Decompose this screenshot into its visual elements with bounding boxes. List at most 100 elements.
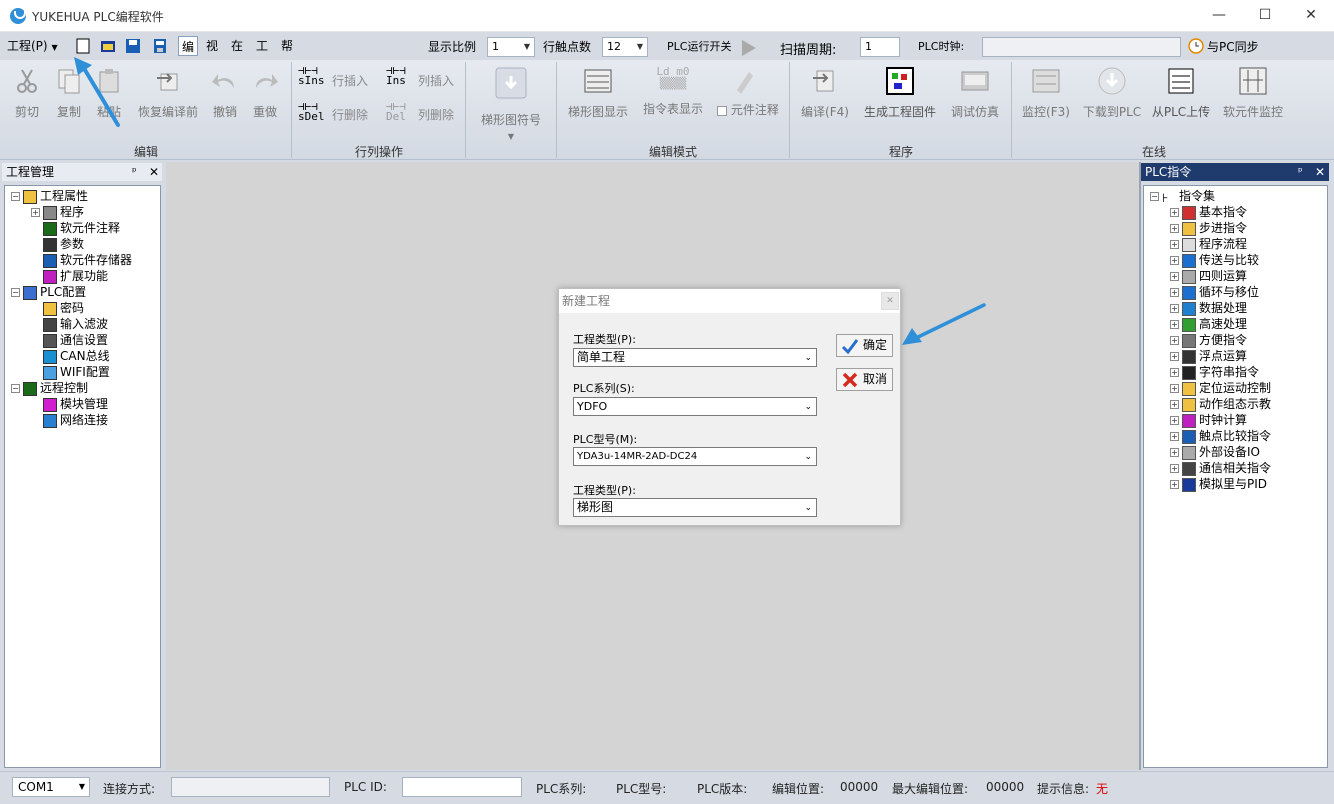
- tree-item[interactable]: 模块管理: [11, 396, 160, 412]
- instruction-item[interactable]: + 时钟计算: [1150, 412, 1327, 428]
- cancel-button[interactable]: 取消: [836, 368, 893, 391]
- instruction-item[interactable]: + 动作组态示教: [1150, 396, 1327, 412]
- plc-clock-field[interactable]: [982, 37, 1181, 57]
- tree-item[interactable]: − 工程属性: [11, 188, 160, 204]
- tab-tools[interactable]: 工: [253, 36, 271, 56]
- tab-online[interactable]: 在: [228, 36, 246, 56]
- panel-close-icon[interactable]: ✕: [149, 163, 159, 181]
- tree-item[interactable]: 软元件注释: [11, 220, 160, 236]
- ladder-display-button[interactable]: 梯形图显示: [562, 66, 634, 120]
- close-button[interactable]: ✕: [1288, 0, 1334, 32]
- ok-button[interactable]: 确定: [836, 334, 893, 357]
- maximize-button[interactable]: ☐: [1242, 0, 1288, 32]
- undo-button[interactable]: 撤销: [206, 66, 244, 120]
- expand-icon[interactable]: +: [1170, 288, 1179, 297]
- tree-item[interactable]: WIFI配置: [11, 364, 160, 380]
- expand-icon[interactable]: +: [1170, 208, 1179, 217]
- instruction-item[interactable]: + 数据处理: [1150, 300, 1327, 316]
- program-type-select[interactable]: 梯形图 ⌄: [573, 498, 817, 517]
- tree-item[interactable]: 网络连接: [11, 412, 160, 428]
- upload-from-plc-button[interactable]: 从PLC上传: [1148, 66, 1214, 120]
- menu-project[interactable]: 工程(P) ▼: [4, 36, 61, 56]
- debug-simulation-button[interactable]: 调试仿真: [944, 66, 1006, 120]
- comment-checkbox[interactable]: [717, 105, 728, 116]
- monitor-button[interactable]: 监控(F3): [1016, 66, 1076, 120]
- com-port-select[interactable]: COM1 ▼: [12, 777, 90, 797]
- play-icon[interactable]: [742, 40, 756, 56]
- expand-icon[interactable]: +: [1170, 256, 1179, 265]
- plc-model-select[interactable]: YDA3u-14MR-2AD-DC24 ⌄: [573, 447, 817, 466]
- save-icon[interactable]: [124, 37, 142, 55]
- instruction-item[interactable]: + 四则运算: [1150, 268, 1327, 284]
- new-file-icon[interactable]: [74, 37, 92, 55]
- plc-series-select[interactable]: YDFO ⌄: [573, 397, 817, 416]
- redo-button[interactable]: 重做: [246, 66, 284, 120]
- col-insert-button[interactable]: ⊣⊢⊣ Ins 列插入: [386, 65, 466, 96]
- instruction-item[interactable]: + 模拟里与PID: [1150, 476, 1327, 492]
- instruction-item[interactable]: + 字符串指令: [1150, 364, 1327, 380]
- expand-icon[interactable]: +: [1170, 384, 1179, 393]
- tree-item[interactable]: 输入滤波: [11, 316, 160, 332]
- cut-button[interactable]: 剪切: [8, 66, 46, 120]
- expand-icon[interactable]: +: [1170, 432, 1179, 441]
- expand-icon[interactable]: +: [1170, 224, 1179, 233]
- save-as-icon[interactable]: [151, 37, 169, 55]
- pc-sync-button[interactable]: 与PC同步: [1207, 38, 1259, 55]
- instruction-item[interactable]: + 通信相关指令: [1150, 460, 1327, 476]
- expand-icon[interactable]: +: [1170, 272, 1179, 281]
- soft-element-monitor-button[interactable]: 软元件监控: [1218, 66, 1288, 120]
- pin-icon[interactable]: ᵖ: [1298, 163, 1303, 181]
- instruction-root[interactable]: − ⊦ 指令集: [1150, 188, 1327, 205]
- instruction-item[interactable]: + 定位运动控制: [1150, 380, 1327, 396]
- collapse-icon[interactable]: −: [11, 192, 20, 201]
- tree-item[interactable]: − 远程控制: [11, 380, 160, 396]
- scan-cycle-input[interactable]: 1: [860, 37, 900, 57]
- instruction-item[interactable]: + 基本指令: [1150, 204, 1327, 220]
- expand-icon[interactable]: +: [1170, 320, 1179, 329]
- dialog-close-icon[interactable]: ✕: [881, 292, 899, 310]
- instruction-item[interactable]: + 高速处理: [1150, 316, 1327, 332]
- instruction-item[interactable]: + 方便指令: [1150, 332, 1327, 348]
- tab-view[interactable]: 视: [203, 36, 221, 56]
- expand-icon[interactable]: +: [1170, 400, 1179, 409]
- project-type-select[interactable]: 简单工程 ⌄: [573, 348, 817, 367]
- expand-icon[interactable]: +: [1170, 304, 1179, 313]
- generate-firmware-button[interactable]: 生成工程固件: [860, 66, 940, 120]
- compile-button[interactable]: 编译(F4): [794, 66, 856, 120]
- display-ratio-select[interactable]: 1 ▼: [487, 37, 535, 57]
- tree-item[interactable]: CAN总线: [11, 348, 160, 364]
- ladder-symbol-button[interactable]: 梯形图符号 ▼: [470, 66, 552, 141]
- expand-icon[interactable]: +: [1170, 368, 1179, 377]
- instruction-item[interactable]: + 循环与移位: [1150, 284, 1327, 300]
- open-folder-icon[interactable]: [99, 37, 117, 55]
- col-delete-button[interactable]: ⊣⊢⊣ Del 列删除: [386, 101, 466, 132]
- minimize-button[interactable]: —: [1196, 0, 1242, 32]
- collapse-icon[interactable]: −: [11, 288, 20, 297]
- expand-icon[interactable]: +: [1170, 464, 1179, 473]
- restore-before-compile-button[interactable]: 恢复编译前: [132, 66, 204, 120]
- tree-item[interactable]: − PLC配置: [11, 284, 160, 300]
- collapse-icon[interactable]: −: [11, 384, 20, 393]
- connection-field[interactable]: [171, 777, 330, 797]
- tree-item[interactable]: 密码: [11, 300, 160, 316]
- row-contacts-select[interactable]: 12 ▼: [602, 37, 648, 57]
- instruction-item[interactable]: + 外部设备IO: [1150, 444, 1327, 460]
- tab-edit[interactable]: 编: [178, 36, 199, 56]
- instruction-item[interactable]: + 程序流程: [1150, 236, 1327, 252]
- expand-icon[interactable]: +: [1170, 336, 1179, 345]
- plc-id-field[interactable]: [402, 777, 522, 797]
- expand-icon[interactable]: +: [1170, 448, 1179, 457]
- tree-item[interactable]: 通信设置: [11, 332, 160, 348]
- download-to-plc-button[interactable]: 下载到PLC: [1080, 66, 1144, 120]
- comment-toggle[interactable]: 元件注释: [712, 66, 784, 118]
- expand-icon[interactable]: +: [1170, 416, 1179, 425]
- instruction-item[interactable]: + 传送与比较: [1150, 252, 1327, 268]
- tree-item[interactable]: 参数: [11, 236, 160, 252]
- instruction-item[interactable]: + 步进指令: [1150, 220, 1327, 236]
- instruction-display-button[interactable]: Ld m0 ▒▒▒▒ 指令表显示: [638, 66, 708, 117]
- row-insert-button[interactable]: ⊣⊢⊣ sIns 行插入: [298, 65, 378, 96]
- tab-help[interactable]: 帮: [278, 36, 296, 56]
- pin-icon[interactable]: ᵖ: [132, 163, 137, 181]
- expand-icon[interactable]: +: [31, 208, 40, 217]
- tree-item[interactable]: + 程序: [11, 204, 160, 220]
